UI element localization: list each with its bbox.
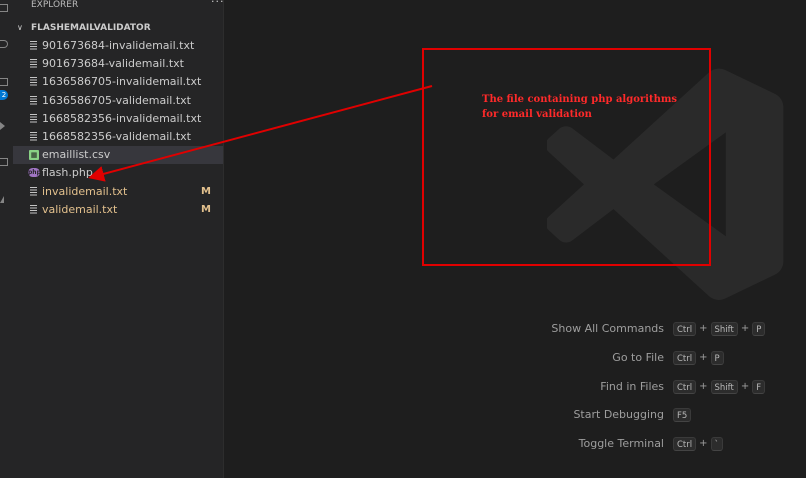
text-file-icon — [30, 77, 37, 87]
modified-badge: M — [201, 203, 211, 215]
explorer-sidebar: EXPLORER ··· ∨ FLASHEMAILVALIDATOR 90167… — [13, 0, 224, 478]
text-file-icon — [30, 59, 37, 69]
file-item[interactable]: 901673684-invalidemail.txt — [13, 37, 223, 55]
editor-area: The file containing php algorithms for e… — [224, 0, 806, 478]
search-icon[interactable] — [0, 40, 8, 48]
file-item[interactable]: ▦ emaillist.csv — [13, 146, 223, 165]
key-cap: P — [710, 350, 724, 365]
shortcut-row[interactable]: Toggle Terminal Ctrl + ` — [224, 434, 806, 454]
key-cap: Ctrl — [673, 322, 697, 336]
shortcut-keys: Ctrl + Shift + P — [673, 321, 766, 337]
key-cap: P — [752, 322, 766, 336]
explorer-title: EXPLORER — [31, 0, 79, 10]
file-item[interactable]: 901673684-validemail.txt — [13, 55, 223, 73]
file-name: 901673684-validemail.txt — [42, 57, 184, 71]
file-name: 901673684-invalidemail.txt — [42, 39, 195, 52]
file-item[interactable]: php flash.php — [13, 164, 223, 182]
file-item[interactable]: validemail.txt M — [13, 201, 223, 219]
file-name: emaillist.csv — [42, 148, 111, 162]
shortcut-label: Find in Files — [600, 379, 664, 393]
key-cap: ` — [710, 437, 723, 452]
php-file-icon: php — [28, 168, 41, 178]
text-file-icon — [30, 41, 37, 50]
shortcut-keys: Ctrl + Shift + F — [673, 379, 766, 395]
shortcut-keys: Ctrl + P — [673, 350, 724, 366]
text-file-icon — [30, 186, 37, 196]
file-name: 1668582356-validemail.txt — [42, 130, 191, 143]
files-icon[interactable] — [0, 4, 8, 12]
file-item[interactable]: 1636586705-validemail.txt — [13, 92, 223, 110]
folder-header[interactable]: ∨ FLASHEMAILVALIDATOR — [13, 20, 224, 36]
annotation-box — [422, 48, 711, 266]
plus-separator: + — [699, 380, 708, 392]
shortcut-row[interactable]: Start Debugging F5 — [224, 405, 806, 425]
run-debug-icon[interactable] — [0, 122, 5, 130]
text-file-icon — [30, 132, 37, 141]
file-name: 1636586705-invalidemail.txt — [42, 75, 202, 89]
activity-bar: 2 — [0, 0, 13, 478]
shortcut-row[interactable]: Find in Files Ctrl + Shift + F — [224, 377, 806, 397]
plus-separator: + — [740, 380, 750, 392]
extensions-icon[interactable] — [0, 158, 8, 166]
key-cap: F — [752, 379, 766, 394]
shortcut-keys: Ctrl + ` — [673, 436, 723, 452]
text-file-icon — [30, 204, 37, 214]
key-cap: Ctrl — [673, 437, 697, 452]
text-file-icon — [30, 113, 37, 123]
file-item[interactable]: 1668582356-validemail.txt — [13, 128, 223, 146]
chevron-down-icon: ∨ — [17, 23, 23, 32]
modified-badge: M — [201, 185, 211, 197]
testing-icon[interactable] — [0, 196, 4, 203]
csv-file-icon: ▦ — [29, 150, 39, 161]
file-name: 1636586705-validemail.txt — [42, 93, 191, 107]
key-cap: Shift — [710, 322, 738, 336]
shortcut-label: Start Debugging — [573, 408, 664, 422]
plus-separator: + — [740, 323, 750, 334]
source-control-icon[interactable] — [0, 78, 8, 86]
file-name: flash.php — [42, 166, 93, 180]
plus-separator: + — [699, 323, 708, 334]
key-cap: Ctrl — [673, 379, 697, 394]
source-control-badge: 2 — [0, 90, 8, 100]
text-file-icon — [30, 95, 37, 105]
file-name: validemail.txt — [42, 202, 118, 216]
shortcut-keys: F5 — [673, 407, 692, 423]
key-cap: F5 — [673, 408, 692, 423]
file-item[interactable]: 1668582356-invalidemail.txt — [13, 110, 223, 128]
more-actions-button[interactable]: ··· — [211, 0, 225, 7]
shortcut-row[interactable]: Go to File Ctrl + P — [224, 348, 806, 368]
key-cap: Shift — [710, 379, 738, 394]
file-item[interactable]: invalidemail.txt M — [13, 183, 223, 201]
folder-name: FLASHEMAILVALIDATOR — [31, 23, 151, 33]
key-cap: Ctrl — [673, 350, 697, 365]
shortcut-label: Go to File — [612, 350, 664, 364]
file-name: 1668582356-invalidemail.txt — [42, 111, 202, 125]
annotation-text: The file containing php algorithms for e… — [482, 94, 678, 120]
file-name: invalidemail.txt — [42, 184, 128, 198]
shortcut-label: Toggle Terminal — [578, 437, 664, 451]
file-item[interactable]: 1636586705-invalidemail.txt — [13, 73, 223, 91]
plus-separator: + — [699, 438, 708, 450]
plus-separator: + — [699, 351, 708, 363]
shortcut-row[interactable]: Show All Commands Ctrl + Shift + P — [224, 319, 806, 339]
shortcut-label: Show All Commands — [551, 322, 664, 335]
